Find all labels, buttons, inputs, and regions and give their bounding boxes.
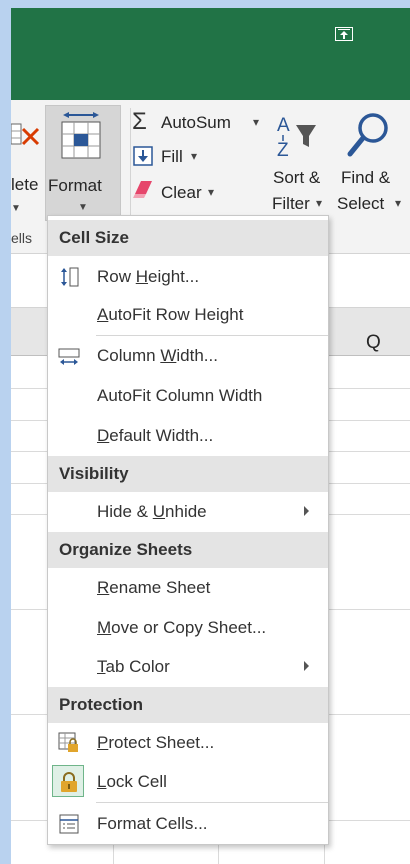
menu-item-label: AutoFit Column Width bbox=[97, 386, 263, 405]
menu-item-label: Lock Cell bbox=[97, 772, 167, 791]
svg-text:Z: Z bbox=[277, 140, 289, 161]
delete-cells-icon[interactable] bbox=[11, 120, 41, 150]
magnifier-icon bbox=[347, 113, 388, 157]
format-cells-icon bbox=[59, 814, 79, 834]
menu-separator bbox=[96, 335, 328, 336]
sort-label-line2: Filter bbox=[272, 194, 310, 213]
menu-item-label: AutoFit Row Height bbox=[97, 305, 244, 324]
menu-item-autofit-row-height[interactable]: AutoFit Row Height bbox=[48, 296, 328, 334]
column-header-q[interactable]: Q bbox=[366, 332, 381, 354]
find-dropdown-arrow: ▾ bbox=[395, 196, 402, 210]
menu-item-column-width[interactable]: Column Width... bbox=[48, 337, 328, 375]
menu-item-move-copy-sheet[interactable]: Move or Copy Sheet... bbox=[48, 609, 328, 647]
sort-label-line1: Sort & bbox=[273, 168, 321, 187]
format-button-label: Format bbox=[48, 176, 102, 195]
clear-label: Clear bbox=[161, 183, 202, 202]
menu-item-row-height[interactable]: Row Height... bbox=[48, 258, 328, 296]
autosum-dropdown-arrow: ▾ bbox=[253, 115, 260, 129]
menu-item-lock-cell[interactable]: Lock Cell bbox=[48, 763, 328, 801]
menu-item-tab-color[interactable]: Tab Color bbox=[48, 648, 328, 686]
sigma-icon: Σ bbox=[132, 108, 147, 135]
sort-filter-icon: A Z bbox=[277, 115, 316, 161]
menu-header-visibility: Visibility bbox=[48, 456, 328, 492]
sort-dropdown-arrow: ▾ bbox=[316, 196, 323, 210]
menu-header-organize-sheets: Organize Sheets bbox=[48, 532, 328, 568]
title-bar bbox=[11, 8, 410, 100]
fill-down-icon bbox=[133, 146, 153, 166]
menu-header-protection: Protection bbox=[48, 687, 328, 723]
menu-item-label: Default Width... bbox=[97, 426, 214, 445]
menu-item-label: Row Height... bbox=[97, 267, 200, 286]
format-icon bbox=[61, 112, 101, 159]
menu-item-label: Rename Sheet bbox=[97, 578, 211, 597]
submenu-arrow-icon bbox=[304, 506, 309, 516]
delete-button-label[interactable]: lete bbox=[11, 175, 38, 195]
menu-item-rename-sheet[interactable]: Rename Sheet bbox=[48, 569, 328, 607]
column-width-icon bbox=[58, 348, 80, 365]
delete-dropdown-arrow[interactable]: ▼ bbox=[11, 203, 21, 214]
format-dropdown-arrow: ▼ bbox=[78, 202, 88, 213]
menu-item-label: Format Cells... bbox=[97, 814, 208, 833]
menu-item-format-cells[interactable]: Format Cells... bbox=[48, 805, 328, 843]
eraser-icon bbox=[133, 181, 152, 198]
clear-dropdown-arrow: ▾ bbox=[208, 185, 215, 199]
fill-label: Fill bbox=[161, 147, 183, 166]
protect-sheet-icon bbox=[58, 732, 78, 752]
menu-item-label: Move or Copy Sheet... bbox=[97, 618, 267, 637]
cells-group-label: ells bbox=[11, 230, 33, 246]
svg-text:A: A bbox=[277, 115, 290, 136]
submenu-arrow-icon bbox=[304, 661, 309, 671]
format-button[interactable]: Format ▼ bbox=[45, 105, 121, 221]
ribbon-display-options-icon[interactable] bbox=[335, 27, 353, 41]
menu-item-label: Tab Color bbox=[97, 657, 170, 676]
autosum-label: AutoSum bbox=[161, 113, 231, 132]
fill-dropdown-arrow: ▾ bbox=[191, 149, 198, 163]
menu-header-cell-size: Cell Size bbox=[48, 220, 328, 256]
find-label-line2: Select bbox=[337, 194, 385, 213]
menu-item-label: Hide & Unhide bbox=[97, 502, 207, 521]
ribbon-divider bbox=[130, 108, 131, 226]
format-dropdown-menu: Cell Size Row Height... AutoFit Row Heig… bbox=[47, 215, 329, 845]
menu-separator bbox=[96, 802, 328, 803]
row-height-icon bbox=[61, 267, 79, 287]
menu-item-default-width[interactable]: Default Width... bbox=[48, 417, 328, 455]
lock-icon bbox=[61, 772, 77, 792]
menu-item-autofit-column-width[interactable]: AutoFit Column Width bbox=[48, 377, 328, 415]
menu-item-label: Protect Sheet... bbox=[97, 733, 215, 752]
menu-item-protect-sheet[interactable]: Protect Sheet... bbox=[48, 724, 328, 762]
menu-item-label: Column Width... bbox=[97, 346, 218, 365]
menu-item-hide-unhide[interactable]: Hide & Unhide bbox=[48, 493, 328, 531]
find-label-line1: Find & bbox=[341, 168, 391, 187]
